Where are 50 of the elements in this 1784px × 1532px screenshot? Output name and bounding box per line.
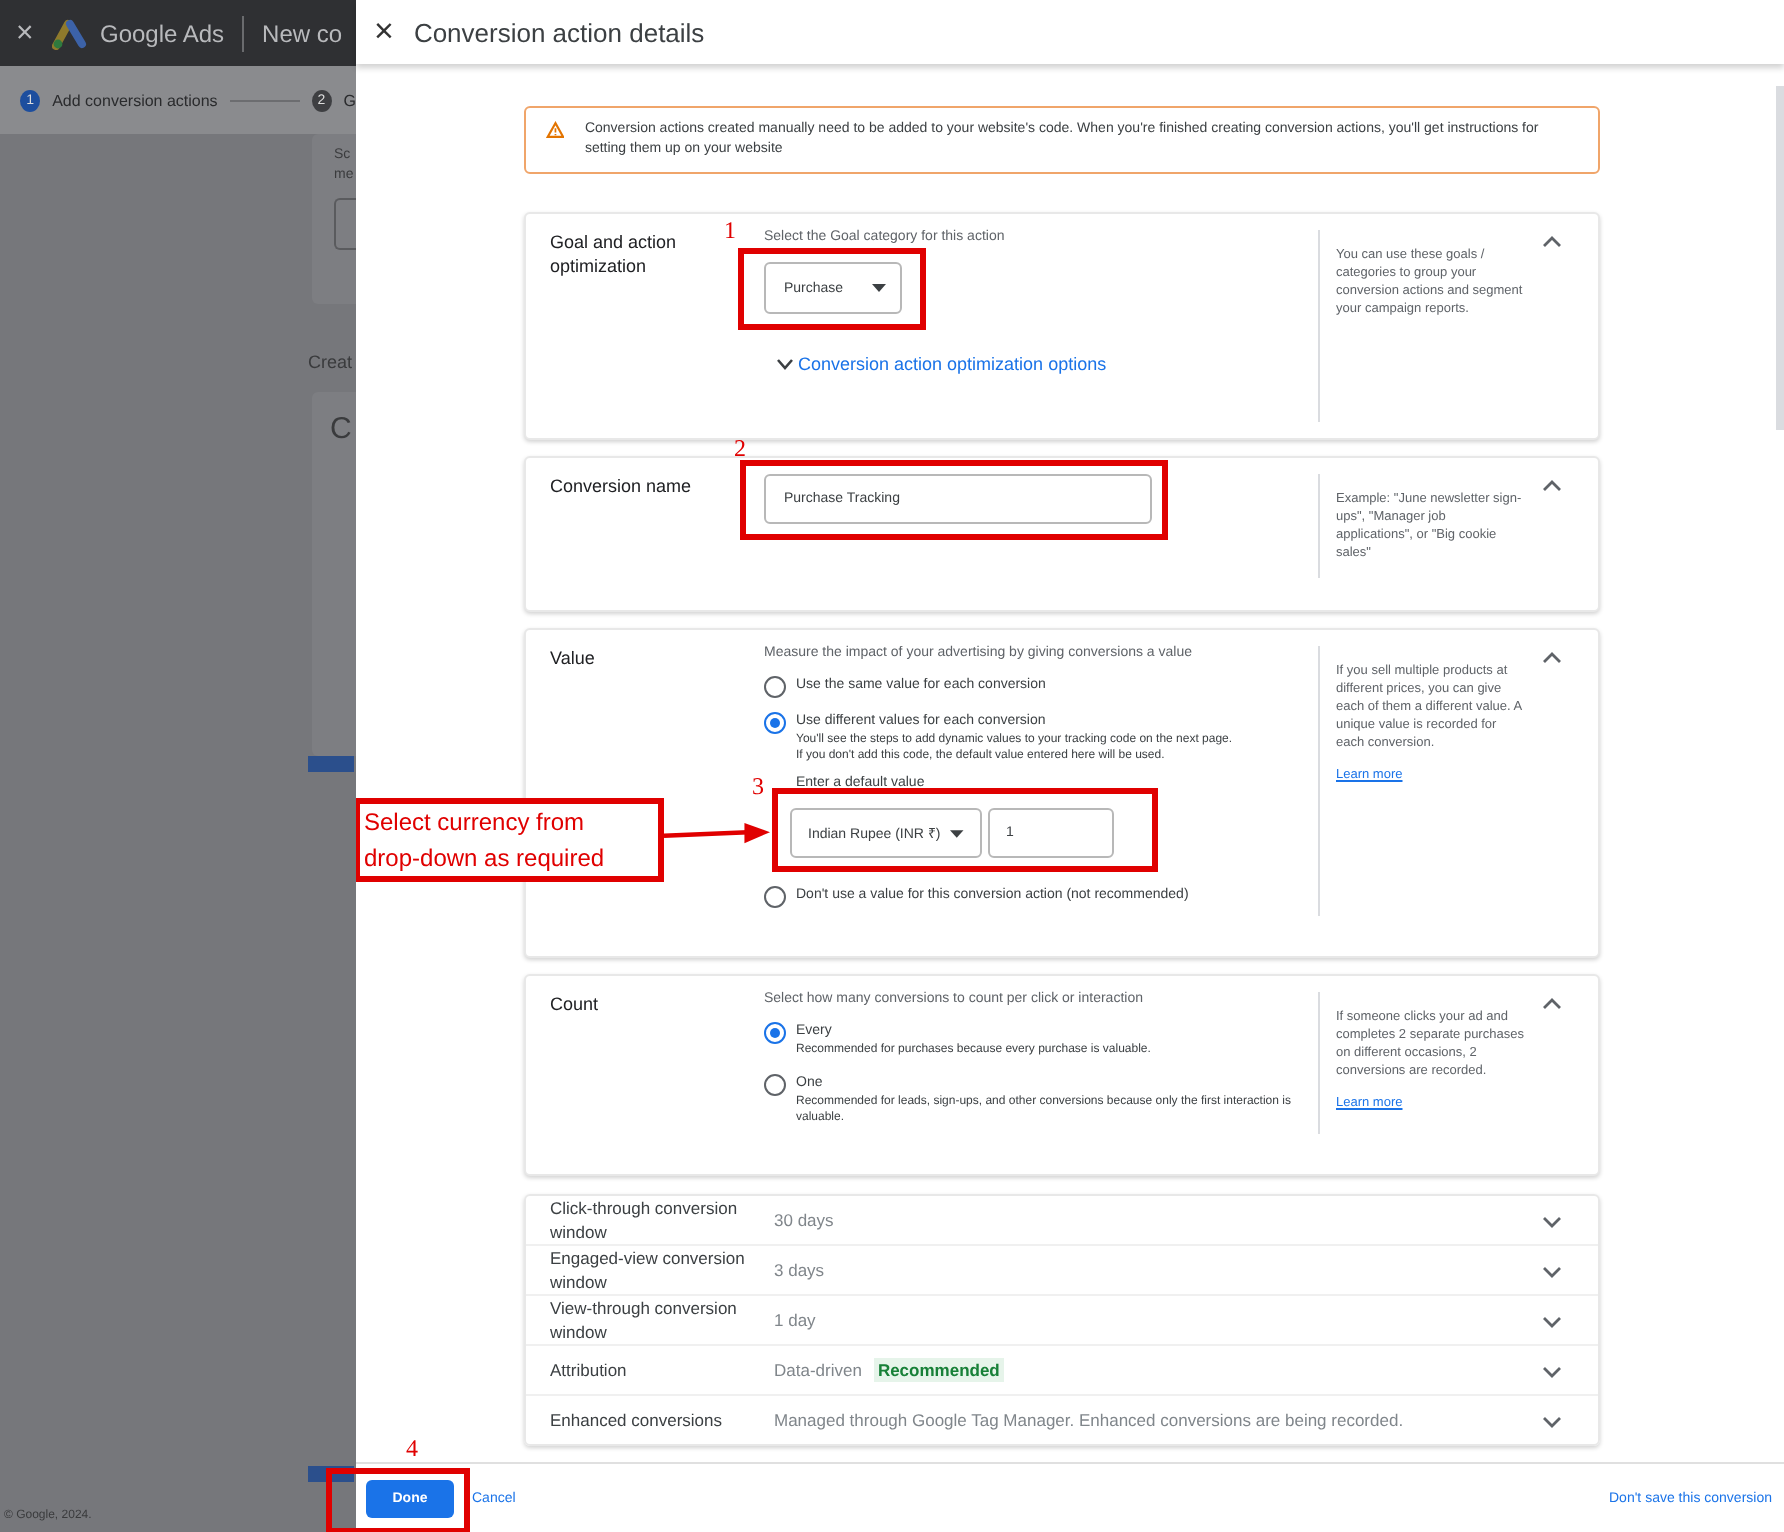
setting-label: View-through conversion window <box>550 1296 739 1344</box>
expand-icon[interactable] <box>1542 1265 1562 1279</box>
close-icon[interactable]: × <box>16 16 40 50</box>
step-label: G <box>343 91 356 109</box>
collapse-icon[interactable] <box>1542 650 1562 664</box>
radio-button[interactable] <box>764 676 786 698</box>
section-heading: Creat <box>308 352 355 372</box>
expand-icon[interactable] <box>1542 1215 1562 1229</box>
caret-icon <box>950 829 964 837</box>
radio-button[interactable] <box>764 886 786 908</box>
setting-label: Click-through conversion window <box>550 1196 740 1244</box>
caret-icon <box>871 284 886 292</box>
step-number: 3 <box>752 774 764 798</box>
dialog-title: Conversion action details <box>413 17 705 47</box>
radio-button[interactable] <box>764 1074 786 1096</box>
setting-label: Enhanced conversions <box>550 1408 725 1432</box>
setting-value: 1 day <box>774 1310 816 1330</box>
step-number: 2 <box>734 436 746 460</box>
arrow <box>664 822 770 846</box>
logo-icon <box>52 17 88 49</box>
card-heading: C <box>330 412 354 446</box>
radio-button[interactable] <box>764 712 786 734</box>
radio-button[interactable] <box>764 1022 786 1044</box>
page-title: New co <box>262 19 343 47</box>
section-label: Value <box>550 646 597 670</box>
section-label: Count <box>550 992 601 1016</box>
highlight-frame <box>326 1467 470 1532</box>
expand-icon[interactable] <box>1542 1315 1562 1329</box>
section-label: Conversion name <box>550 474 694 498</box>
expand-icon[interactable] <box>1542 1415 1562 1429</box>
setting-value: Data-driven <box>774 1360 862 1380</box>
setting-value: 3 days <box>774 1260 825 1280</box>
expand-icon <box>776 358 794 370</box>
collapse-icon[interactable] <box>1542 996 1562 1010</box>
step-number: 1 <box>724 218 736 242</box>
setting-label: Engaged-view conversion window <box>550 1246 747 1294</box>
setting-value: Managed through Google Tag Manager. Enhanced conversions are being recorded. <box>774 1410 1404 1430</box>
collapse-icon[interactable] <box>1542 478 1562 492</box>
callout: Select currency from drop-down as required <box>356 798 664 882</box>
expand-icon[interactable] <box>1542 1365 1562 1379</box>
collapse-icon[interactable] <box>1542 234 1562 248</box>
brand-name: Google Ads <box>100 19 225 47</box>
setting-label: Attribution <box>550 1358 629 1382</box>
warning-icon <box>546 120 565 140</box>
recommended-tag: Recommended <box>873 1358 1004 1382</box>
close-button[interactable]: × <box>374 12 394 52</box>
optimization-options-link[interactable]: Conversion action optimization options <box>776 354 1107 374</box>
step-label: Add conversion actions <box>52 91 218 109</box>
step-number: 4 <box>406 1435 418 1459</box>
setting-value: 30 days <box>774 1210 834 1230</box>
